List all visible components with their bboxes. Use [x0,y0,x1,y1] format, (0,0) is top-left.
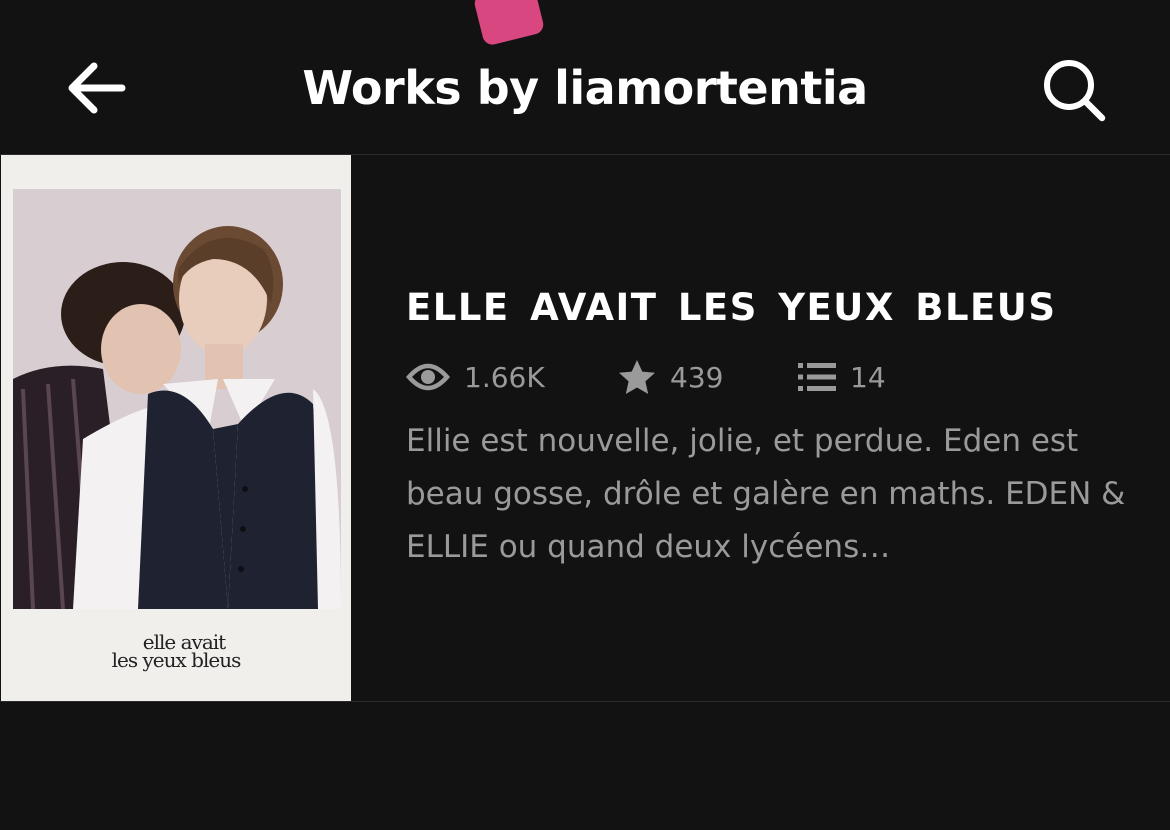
page-title: Works by liamortentia [302,61,868,115]
reads-count: 1.66K [464,360,545,394]
top-bar: Works by liamortentia [0,0,1170,155]
votes-stat: 439 [618,359,798,395]
story-stats: 1.66K 439 14 [406,355,1146,399]
story-cover[interactable]: elle avait les yeux bleus [1,155,351,701]
eye-icon [406,363,450,391]
works-screen: Works by liamortentia elle avait les yeu… [0,0,1170,830]
reads-stat: 1.66K [406,361,618,394]
parts-stat: 14 [798,361,886,394]
votes-count: 439 [670,360,724,394]
cover-caption: elle avait les yeux bleus [1,630,351,670]
search-button[interactable] [1036,52,1112,128]
search-icon [1044,60,1106,122]
cover-caption-line-1: elle avait [142,630,226,654]
star-icon [619,360,655,394]
parts-count: 14 [850,360,886,394]
list-icon [798,363,836,391]
story-list-item[interactable]: elle avait les yeux bleus ELLE AVAIT LES… [0,155,1170,702]
story-title[interactable]: ELLE AVAIT LES YEUX BLEUS [406,283,1146,333]
story-description: Ellie est nouvelle, jolie, et perdue. Ed… [406,423,1126,565]
cover-photo [13,189,341,609]
story-info: ELLE AVAIT LES YEUX BLEUS 1.66K 439 14 E… [406,283,1146,574]
cover-photo-art [13,189,341,609]
